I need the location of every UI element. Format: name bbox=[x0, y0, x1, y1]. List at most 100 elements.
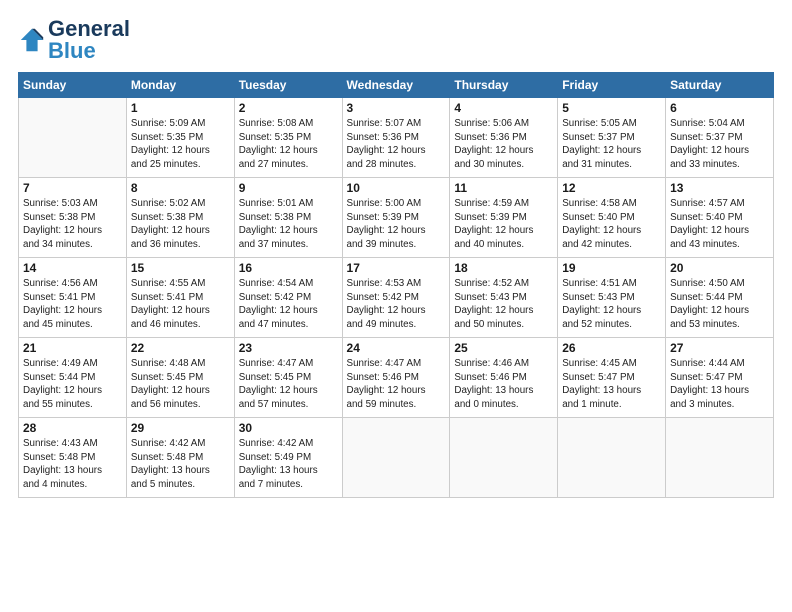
col-sunday: Sunday bbox=[19, 73, 127, 98]
day-info-line: and 57 minutes. bbox=[239, 399, 309, 410]
day-number: 20 bbox=[670, 261, 769, 275]
day-info-line: Sunrise: 4:57 AM bbox=[670, 198, 745, 209]
table-row: 8 Sunrise: 5:02 AMSunset: 5:38 PMDaylight… bbox=[126, 178, 234, 258]
day-info: Sunrise: 4:51 AMSunset: 5:43 PMDaylight:… bbox=[562, 277, 661, 332]
day-info-line: Sunrise: 4:58 AM bbox=[562, 198, 637, 209]
day-number: 12 bbox=[562, 181, 661, 195]
col-monday: Monday bbox=[126, 73, 234, 98]
day-info-line: Sunset: 5:43 PM bbox=[562, 292, 634, 303]
logo-text: GeneralBlue bbox=[48, 18, 130, 62]
day-info: Sunrise: 4:58 AMSunset: 5:40 PMDaylight:… bbox=[562, 197, 661, 252]
day-info-line: Daylight: 12 hours bbox=[239, 145, 318, 156]
col-wednesday: Wednesday bbox=[342, 73, 450, 98]
table-row: 3Sunrise: 5:07 AMSunset: 5:36 PMDaylight… bbox=[342, 98, 450, 178]
table-row: 11Sunrise: 4:59 AMSunset: 5:39 PMDayligh… bbox=[450, 178, 558, 258]
table-row: 2 Sunrise: 5:08 AMSunset: 5:35 PMDaylight… bbox=[234, 98, 342, 178]
day-info-line: and 28 minutes. bbox=[347, 159, 417, 170]
day-info-line: Sunrise: 4:48 AM bbox=[131, 358, 206, 369]
day-info: Sunrise: 4:46 AMSunset: 5:46 PMDaylight:… bbox=[454, 357, 553, 412]
day-info-line: Sunset: 5:44 PM bbox=[670, 292, 742, 303]
table-row: 9Sunrise: 5:01 AMSunset: 5:38 PMDaylight… bbox=[234, 178, 342, 258]
day-info-line: Daylight: 12 hours bbox=[454, 305, 533, 316]
day-info-line: and 3 minutes. bbox=[670, 399, 734, 410]
day-number: 27 bbox=[670, 341, 769, 355]
day-number: 21 bbox=[23, 341, 122, 355]
day-number: 13 bbox=[670, 181, 769, 195]
day-info-line: and 42 minutes. bbox=[562, 239, 632, 250]
day-number: 3 bbox=[347, 101, 446, 115]
day-info-line: and 37 minutes. bbox=[239, 239, 309, 250]
table-row: 18Sunrise: 4:52 AMSunset: 5:43 PMDayligh… bbox=[450, 258, 558, 338]
day-info: Sunrise: 5:08 AMSunset: 5:35 PMDaylight:… bbox=[239, 117, 338, 172]
day-info-line: Sunrise: 4:44 AM bbox=[670, 358, 745, 369]
day-info-line: Daylight: 13 hours bbox=[239, 465, 318, 476]
day-number: 4 bbox=[454, 101, 553, 115]
day-info-line: Sunrise: 4:53 AM bbox=[347, 278, 422, 289]
day-info-line: Sunrise: 4:47 AM bbox=[239, 358, 314, 369]
table-row bbox=[666, 418, 774, 498]
day-info: Sunrise: 5:04 AMSunset: 5:37 PMDaylight:… bbox=[670, 117, 769, 172]
day-info-line: Sunrise: 4:42 AM bbox=[239, 438, 314, 449]
day-info: Sunrise: 4:48 AMSunset: 5:45 PMDaylight:… bbox=[131, 357, 230, 412]
table-row: 14Sunrise: 4:56 AMSunset: 5:41 PMDayligh… bbox=[19, 258, 127, 338]
day-info: Sunrise: 5:09 AMSunset: 5:35 PMDaylight:… bbox=[131, 117, 230, 172]
page: GeneralBlue Sunday Monday Tuesday Wednes… bbox=[0, 0, 792, 508]
day-info-line: and 50 minutes. bbox=[454, 319, 524, 330]
table-row: 13 Sunrise: 4:57 AM Sunset: 5:40 PM Dayligh… bbox=[666, 178, 774, 258]
day-info: Sunrise: 4:49 AMSunset: 5:44 PMDaylight:… bbox=[23, 357, 122, 412]
day-info-line: Sunrise: 5:03 AM bbox=[23, 198, 98, 209]
day-info: Sunrise: 4:42 AMSunset: 5:48 PMDaylight:… bbox=[131, 437, 230, 492]
day-info-line: Sunrise: 5:08 AM bbox=[239, 118, 314, 129]
day-info-line: and 46 minutes. bbox=[131, 319, 201, 330]
table-row: 28Sunrise: 4:43 AMSunset: 5:48 PMDayligh… bbox=[19, 418, 127, 498]
day-number: 9 bbox=[239, 181, 338, 195]
day-info-line: Sunrise: 4:49 AM bbox=[23, 358, 98, 369]
day-info-line: and 27 minutes. bbox=[239, 159, 309, 170]
logo-icon bbox=[18, 26, 46, 54]
day-info-line: and 31 minutes. bbox=[562, 159, 632, 170]
day-number: 22 bbox=[131, 341, 230, 355]
day-info-line: Sunrise: 4:52 AM bbox=[454, 278, 529, 289]
day-info-line: Sunset: 5:39 PM bbox=[347, 212, 419, 223]
table-row: 25Sunrise: 4:46 AMSunset: 5:46 PMDayligh… bbox=[450, 338, 558, 418]
day-info-line: Daylight: 12 hours bbox=[23, 305, 102, 316]
day-info: Sunrise: 4:47 AMSunset: 5:45 PMDaylight:… bbox=[239, 357, 338, 412]
day-info-line: Sunset: 5:46 PM bbox=[454, 372, 526, 383]
day-info-line: Daylight: 12 hours bbox=[670, 145, 749, 156]
day-info-line: and 33 minutes. bbox=[670, 159, 740, 170]
day-info-line: Sunset: 5:40 PM bbox=[670, 212, 742, 223]
col-saturday: Saturday bbox=[666, 73, 774, 98]
day-info: Sunrise: 5:02 AMSunset: 5:38 PMDaylight:… bbox=[131, 197, 230, 252]
day-number: 8 bbox=[131, 181, 230, 195]
day-info-line: Daylight: 12 hours bbox=[562, 225, 641, 236]
day-number: 16 bbox=[239, 261, 338, 275]
day-info-line: and 7 minutes. bbox=[239, 479, 303, 490]
day-number: 2 bbox=[239, 101, 338, 115]
day-info-line: and 0 minutes. bbox=[454, 399, 518, 410]
table-row bbox=[450, 418, 558, 498]
day-number: 6 bbox=[670, 101, 769, 115]
day-info: Sunrise: 5:00 AMSunset: 5:39 PMDaylight:… bbox=[347, 197, 446, 252]
day-info-line: Daylight: 12 hours bbox=[23, 385, 102, 396]
calendar-week-row: 7Sunrise: 5:03 AMSunset: 5:38 PMDaylight… bbox=[19, 178, 774, 258]
day-info-line: and 40 minutes. bbox=[454, 239, 524, 250]
day-info-line: Daylight: 12 hours bbox=[131, 225, 210, 236]
day-number: 23 bbox=[239, 341, 338, 355]
day-info-line: Sunset: 5:45 PM bbox=[239, 372, 311, 383]
day-number: 30 bbox=[239, 421, 338, 435]
day-info-line: Daylight: 12 hours bbox=[239, 305, 318, 316]
table-row: 1Sunrise: 5:09 AMSunset: 5:35 PMDaylight… bbox=[126, 98, 234, 178]
day-info-line: Sunset: 5:47 PM bbox=[670, 372, 742, 383]
day-info-line: and 39 minutes. bbox=[347, 239, 417, 250]
col-friday: Friday bbox=[558, 73, 666, 98]
col-thursday: Thursday bbox=[450, 73, 558, 98]
day-info-line: Daylight: 12 hours bbox=[454, 225, 533, 236]
day-info-line: Sunrise: 5:09 AM bbox=[131, 118, 206, 129]
day-info-line: Daylight: 12 hours bbox=[131, 145, 210, 156]
day-number: 10 bbox=[347, 181, 446, 195]
table-row: 12 Sunrise: 4:58 AMSunset: 5:40 PMDayligh… bbox=[558, 178, 666, 258]
table-row: 15Sunrise: 4:55 AMSunset: 5:41 PMDayligh… bbox=[126, 258, 234, 338]
day-info-line: Daylight: 12 hours bbox=[670, 225, 749, 236]
day-info-line: Sunset: 5:45 PM bbox=[131, 372, 203, 383]
day-info-line: and 36 minutes. bbox=[131, 239, 201, 250]
